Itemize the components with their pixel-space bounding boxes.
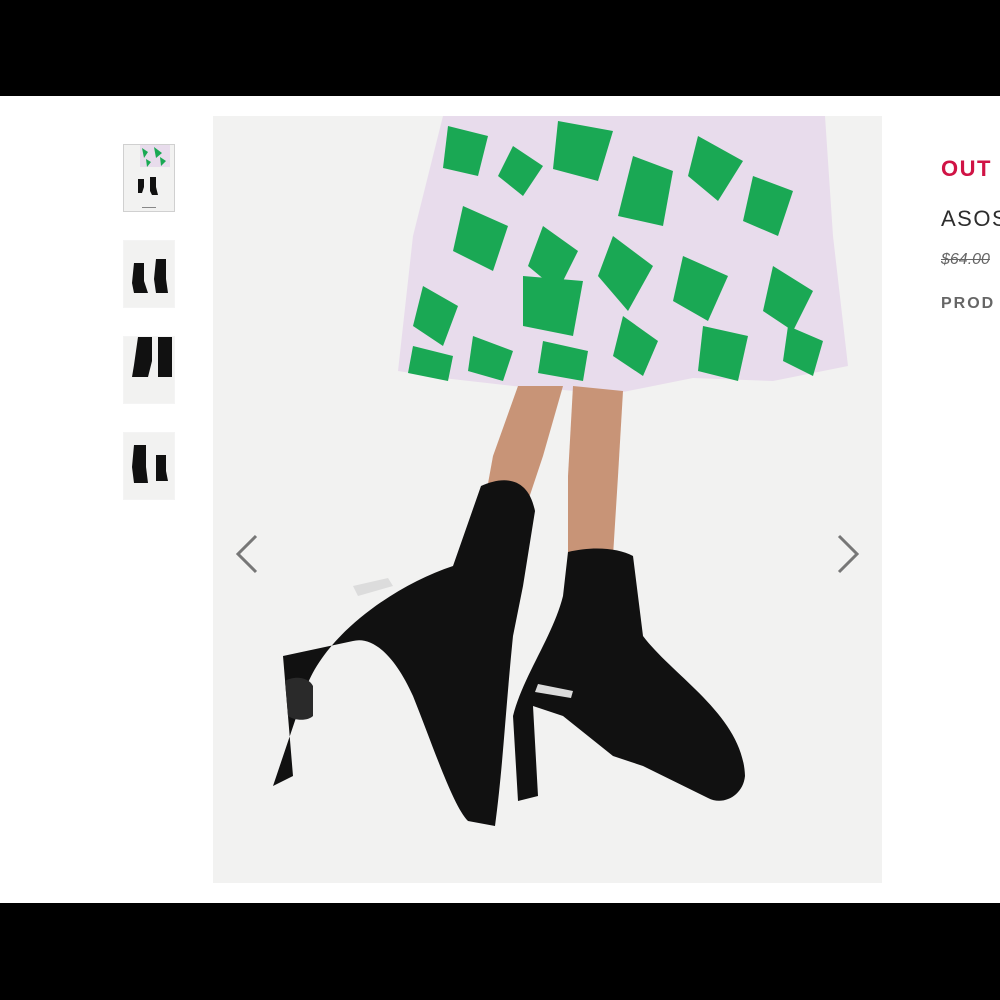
chevron-right-icon: [837, 534, 860, 574]
thumbnail-image: [124, 241, 174, 307]
thumbnail-2[interactable]: [123, 240, 175, 308]
stock-status: OUT: [941, 156, 992, 181]
product-hero-image[interactable]: [213, 116, 882, 883]
thumbnail-image: [124, 433, 174, 499]
thumbnail-image: [124, 337, 174, 403]
chevron-left-icon: [235, 534, 258, 574]
thumbnail-1[interactable]: [123, 144, 175, 212]
next-image-button[interactable]: [828, 524, 868, 584]
thumbnail-3[interactable]: [123, 336, 175, 404]
product-page: OUT ASOS sock $64.00 PROD: [0, 96, 1000, 903]
product-photo: [213, 116, 882, 883]
product-price: $64.00: [941, 251, 990, 268]
thumbnail-4[interactable]: [123, 432, 175, 500]
product-info: OUT ASOS sock $64.00 PROD: [941, 156, 1000, 313]
product-code-label: PROD: [941, 295, 996, 312]
product-title: ASOS sock: [941, 206, 1000, 231]
previous-image-button[interactable]: [227, 524, 267, 584]
thumbnail-image: [124, 145, 174, 211]
